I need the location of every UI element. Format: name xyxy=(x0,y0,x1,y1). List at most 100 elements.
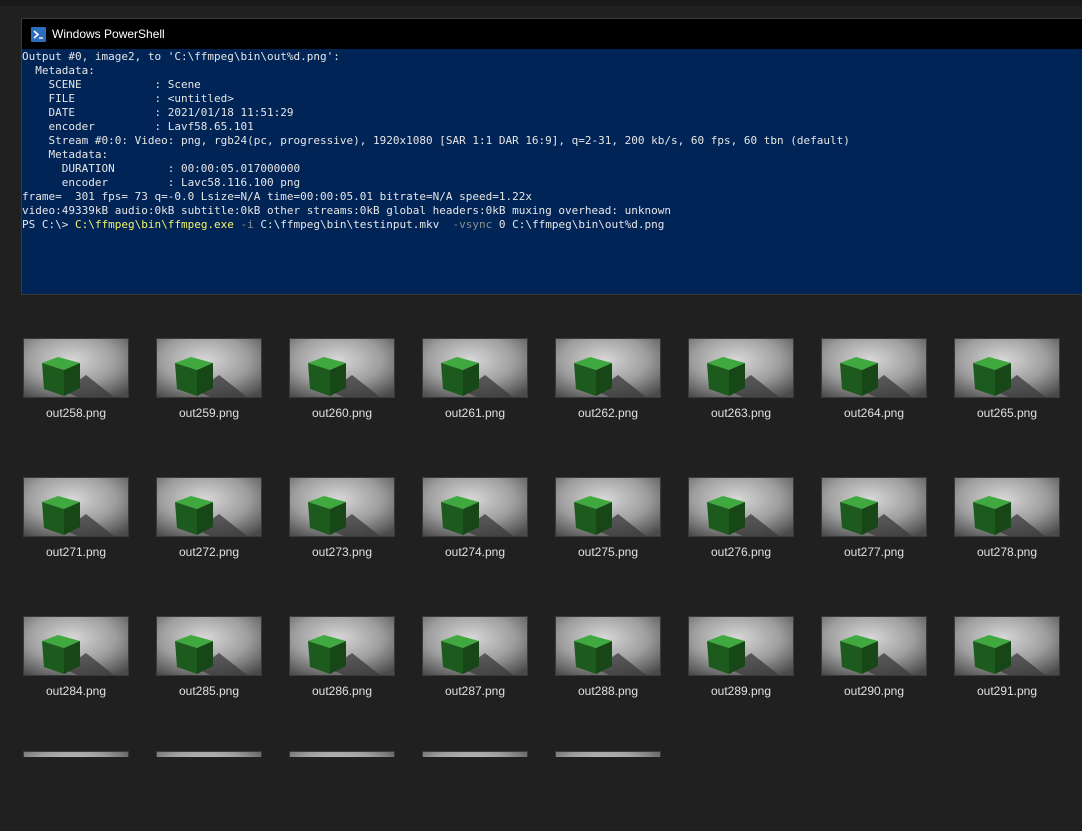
file-item[interactable]: out276.png xyxy=(688,477,794,559)
prompt-label: PS C:\> xyxy=(22,218,75,231)
file-thumbnail xyxy=(23,751,129,757)
file-item[interactable]: out271.png xyxy=(23,477,129,559)
powershell-icon xyxy=(31,26,46,42)
file-item[interactable]: out288.png xyxy=(555,616,661,698)
file-item[interactable]: out285.png xyxy=(156,616,262,698)
file-item[interactable]: out264.png xyxy=(821,338,927,420)
file-thumbnail xyxy=(422,616,528,676)
console-line: encoder : Lavc58.116.100 png xyxy=(22,176,301,189)
file-name-label: out284.png xyxy=(45,684,107,698)
file-name-label: out277.png xyxy=(843,545,905,559)
file-thumbnail xyxy=(156,751,262,757)
file-thumbnail xyxy=(23,477,129,537)
file-item-partial[interactable] xyxy=(422,751,528,831)
file-name-label: out286.png xyxy=(311,684,373,698)
file-item[interactable]: out262.png xyxy=(555,338,661,420)
file-thumbnail xyxy=(688,616,794,676)
file-item-partial[interactable] xyxy=(156,751,262,831)
file-name-label: out259.png xyxy=(178,406,240,420)
console-line: Output #0, image2, to 'C:\ffmpeg\bin\out… xyxy=(22,50,340,63)
console-line: Metadata: xyxy=(22,148,109,161)
file-item[interactable]: out259.png xyxy=(156,338,262,420)
file-name-label: out271.png xyxy=(45,545,107,559)
file-thumbnail xyxy=(156,338,262,398)
file-item[interactable]: out277.png xyxy=(821,477,927,559)
file-item[interactable]: out265.png xyxy=(954,338,1060,420)
command-input-path: C:\ffmpeg\bin\testinput.mkv xyxy=(253,218,440,231)
console-line: video:49339kB audio:0kB subtitle:0kB oth… xyxy=(22,204,672,217)
powershell-window[interactable]: Windows PowerShell Output #0, image2, to… xyxy=(21,18,1082,295)
file-item[interactable]: out272.png xyxy=(156,477,262,559)
file-thumbnail xyxy=(23,338,129,398)
file-thumbnail xyxy=(422,338,528,398)
file-thumbnail xyxy=(954,477,1060,537)
file-name-label: out290.png xyxy=(843,684,905,698)
file-name-label: out275.png xyxy=(577,545,639,559)
file-name-label: out278.png xyxy=(976,545,1038,559)
file-thumbnail xyxy=(156,477,262,537)
file-item[interactable]: out287.png xyxy=(422,616,528,698)
window-title: Windows PowerShell xyxy=(52,27,165,41)
file-name-label: out261.png xyxy=(444,406,506,420)
file-name-label: out288.png xyxy=(577,684,639,698)
file-thumbnail xyxy=(821,338,927,398)
file-name-label: out276.png xyxy=(710,545,772,559)
console-line: DATE : 2021/01/18 11:51:29 xyxy=(22,106,294,119)
file-thumbnail xyxy=(555,338,661,398)
file-item[interactable]: out284.png xyxy=(23,616,129,698)
file-thumbnail xyxy=(289,616,395,676)
file-item[interactable]: out275.png xyxy=(555,477,661,559)
file-item[interactable]: out278.png xyxy=(954,477,1060,559)
file-thumbnail xyxy=(688,477,794,537)
file-thumbnail xyxy=(289,751,395,757)
file-item[interactable]: out291.png xyxy=(954,616,1060,698)
file-item[interactable]: out258.png xyxy=(23,338,129,420)
console-output[interactable]: Output #0, image2, to 'C:\ffmpeg\bin\out… xyxy=(22,50,1082,232)
file-thumbnail xyxy=(954,338,1060,398)
console-line: frame= 301 fps= 73 q=-0.0 Lsize=N/A time… xyxy=(22,190,532,203)
console-line: Stream #0:0: Video: png, rgb24(pc, progr… xyxy=(22,134,850,147)
powershell-titlebar[interactable]: Windows PowerShell xyxy=(22,19,1082,49)
file-item[interactable]: out286.png xyxy=(289,616,395,698)
file-name-label: out274.png xyxy=(444,545,506,559)
file-item-partial[interactable] xyxy=(23,751,129,831)
file-thumbnail xyxy=(156,616,262,676)
file-item[interactable]: out260.png xyxy=(289,338,395,420)
file-name-label: out265.png xyxy=(976,406,1038,420)
file-item[interactable]: out273.png xyxy=(289,477,395,559)
file-name-label: out285.png xyxy=(178,684,240,698)
file-thumbnail xyxy=(422,751,528,757)
file-name-label: out263.png xyxy=(710,406,772,420)
command-prompt-line[interactable]: PS C:\> C:\ffmpeg\bin\ffmpeg.exe -i C:\f… xyxy=(22,218,1082,232)
file-item[interactable]: out289.png xyxy=(688,616,794,698)
file-thumbnail xyxy=(23,616,129,676)
file-name-label: out289.png xyxy=(710,684,772,698)
console-line: SCENE : Scene xyxy=(22,78,201,91)
file-item[interactable]: out263.png xyxy=(688,338,794,420)
file-thumbnail xyxy=(821,477,927,537)
file-thumbnail xyxy=(555,751,661,757)
console-line: DURATION : 00:00:05.017000000 xyxy=(22,162,301,175)
file-name-label: out291.png xyxy=(976,684,1038,698)
file-item-partial[interactable] xyxy=(289,751,395,831)
file-name-label: out258.png xyxy=(45,406,107,420)
console-line: Metadata: xyxy=(22,64,95,77)
file-name-label: out262.png xyxy=(577,406,639,420)
file-item[interactable]: out274.png xyxy=(422,477,528,559)
file-name-label: out287.png xyxy=(444,684,506,698)
file-name-label: out272.png xyxy=(178,545,240,559)
file-thumbnail xyxy=(555,477,661,537)
file-item[interactable]: out290.png xyxy=(821,616,927,698)
file-item-partial[interactable] xyxy=(555,751,661,831)
console-line: FILE : <untitled> xyxy=(22,92,234,105)
file-thumbnail xyxy=(688,338,794,398)
command-executable: C:\ffmpeg\bin\ffmpeg.exe xyxy=(74,218,234,231)
file-thumbnail xyxy=(954,616,1060,676)
file-name-label: out260.png xyxy=(311,406,373,420)
file-name-label: out264.png xyxy=(843,406,905,420)
file-thumbnail xyxy=(555,616,661,676)
file-thumbnail xyxy=(821,616,927,676)
file-item[interactable]: out261.png xyxy=(422,338,528,420)
file-thumbnail xyxy=(289,338,395,398)
command-flag-vsync: -vsync xyxy=(439,218,493,231)
